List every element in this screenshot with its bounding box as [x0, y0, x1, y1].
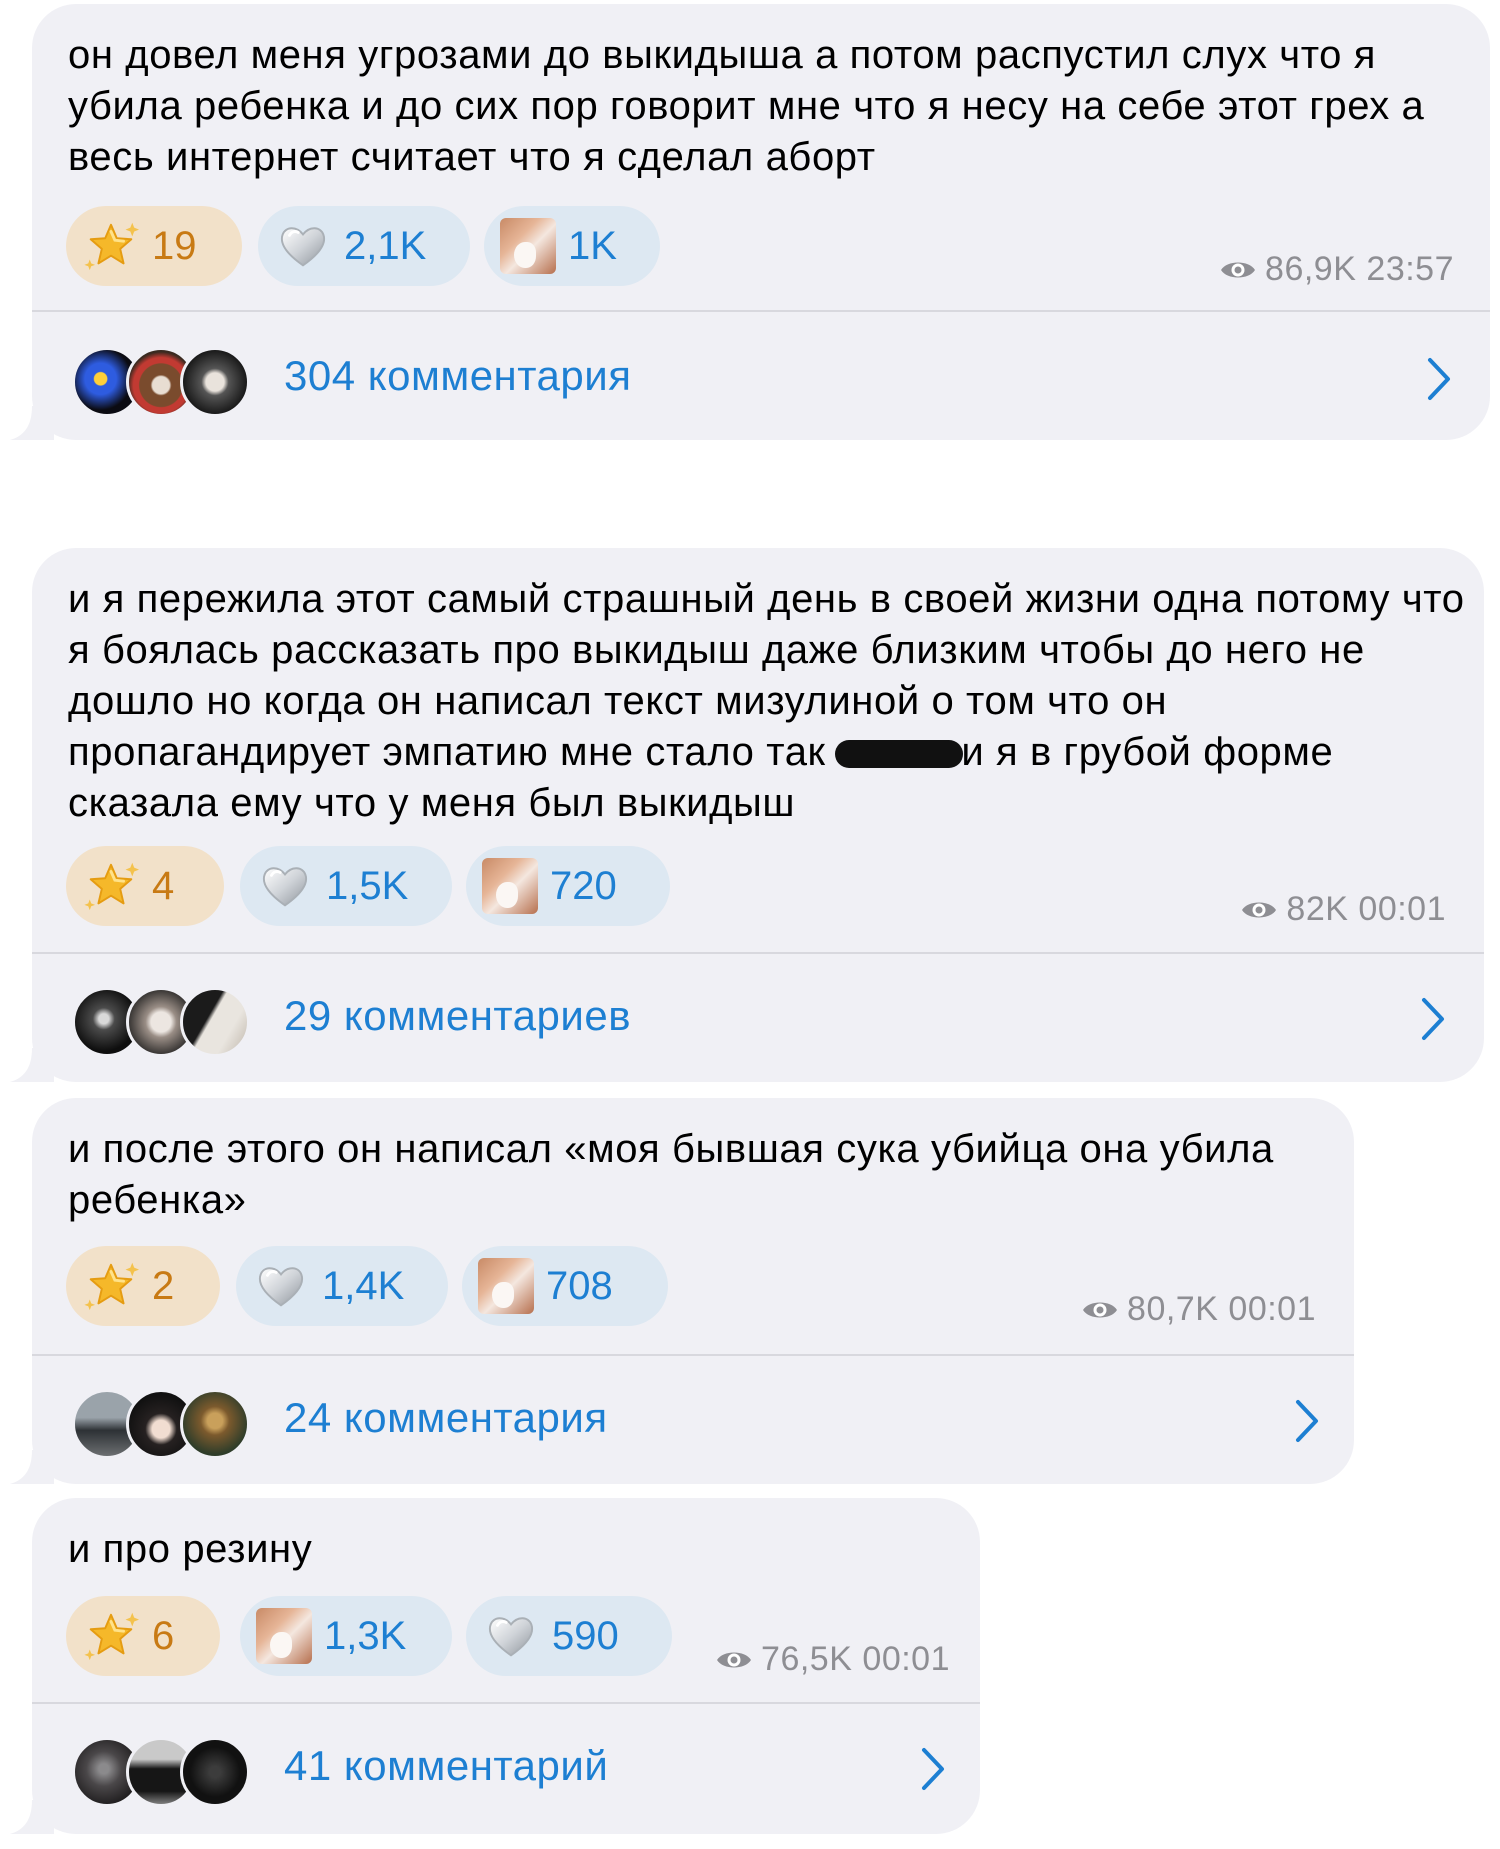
message-text: и я пережила этот самый страшный день в … — [68, 574, 1478, 829]
eye-icon — [1219, 257, 1257, 283]
star-reaction[interactable]: 6 — [66, 1596, 220, 1676]
comments-count: 29 комментариев — [284, 992, 632, 1039]
commenter-avatars — [72, 987, 262, 1057]
reaction-count: 1,5K — [326, 863, 409, 908]
message-time: 00:01 — [862, 1640, 950, 1678]
heart-reaction[interactable]: 590 — [466, 1596, 672, 1676]
photo-reaction[interactable]: 720 — [466, 846, 670, 926]
silver-heart-icon — [274, 217, 332, 275]
eye-icon — [1240, 897, 1278, 923]
reaction-count: 708 — [546, 1263, 613, 1308]
message-meta: 76,5K 00:01 — [715, 1640, 950, 1679]
reaction-count: 1K — [568, 223, 617, 268]
eye-icon — [1081, 1297, 1119, 1323]
reaction-count: 6 — [152, 1613, 175, 1658]
star-icon — [82, 217, 140, 275]
comments-count: 24 комментария — [284, 1394, 608, 1441]
reaction-count: 19 — [152, 223, 197, 268]
reaction-count: 1,3K — [324, 1613, 407, 1658]
star-reaction[interactable]: 19 — [66, 206, 242, 286]
message-bubble: и после этого он написал «моя бывшая сук… — [32, 1098, 1354, 1484]
chevron-right-icon[interactable] — [916, 1744, 950, 1794]
photo-reaction[interactable]: 1,3K — [240, 1596, 452, 1676]
eye-icon — [715, 1647, 753, 1673]
commenter-avatars — [72, 1389, 262, 1459]
message-bubble: и я пережила этот самый страшный день в … — [32, 548, 1484, 1082]
divider — [32, 310, 1490, 312]
photo-reaction[interactable]: 1K — [484, 206, 660, 286]
message-text: он довел меня угрозами до выкидыша а пот… — [68, 33, 1425, 179]
message-time: 00:01 — [1358, 890, 1446, 928]
comments-link[interactable]: 304 комментария — [32, 324, 1490, 434]
chevron-right-icon[interactable] — [1422, 354, 1456, 404]
message-text: и после этого он написал «моя бывшая сук… — [68, 1127, 1274, 1222]
view-count: 82K — [1286, 890, 1349, 928]
silver-heart-icon — [256, 857, 314, 915]
photo-reaction-icon — [478, 1258, 534, 1314]
avatar — [180, 1737, 250, 1807]
star-icon — [82, 1607, 140, 1665]
view-count: 76,5K — [761, 1640, 853, 1678]
star-reaction[interactable]: 4 — [66, 846, 224, 926]
reaction-count: 590 — [552, 1613, 619, 1658]
message-meta: 82K 00:01 — [1240, 890, 1446, 929]
comments-link[interactable]: 24 комментария — [32, 1366, 1354, 1476]
reaction-count: 2,1K — [344, 223, 427, 268]
comments-link[interactable]: 41 комментарий — [32, 1714, 980, 1824]
reaction-count: 2 — [152, 1263, 175, 1308]
silver-heart-icon — [252, 1257, 310, 1315]
chevron-right-icon[interactable] — [1290, 1396, 1324, 1446]
comments-link[interactable]: 29 комментариев — [32, 964, 1484, 1074]
message-time: 00:01 — [1228, 1290, 1316, 1328]
reaction-count: 1,4K — [322, 1263, 405, 1308]
message-time: 23:57 — [1366, 250, 1454, 288]
reaction-count: 720 — [550, 863, 617, 908]
comments-count: 41 комментарий — [284, 1742, 609, 1789]
photo-reaction-icon — [482, 858, 538, 914]
heart-reaction[interactable]: 1,4K — [236, 1246, 448, 1326]
photo-reaction-icon — [500, 218, 556, 274]
avatar — [180, 987, 250, 1057]
chevron-right-icon[interactable] — [1416, 994, 1450, 1044]
commenter-avatars — [72, 347, 262, 417]
message-meta: 86,9K 23:57 — [1219, 250, 1454, 289]
divider — [32, 952, 1484, 954]
avatar — [180, 347, 250, 417]
view-count: 80,7K — [1127, 1290, 1219, 1328]
avatar — [180, 1389, 250, 1459]
divider — [32, 1702, 980, 1704]
message-bubble: и про резину 6 1,3K 590 76,5K 00:01 41 к… — [32, 1498, 980, 1834]
commenter-avatars — [72, 1737, 262, 1807]
star-reaction[interactable]: 2 — [66, 1246, 220, 1326]
message-text: и про резину — [68, 1527, 313, 1571]
photo-reaction-icon — [256, 1608, 312, 1664]
heart-reaction[interactable]: 1,5K — [240, 846, 452, 926]
heart-reaction[interactable]: 2,1K — [258, 206, 470, 286]
message-meta: 80,7K 00:01 — [1081, 1290, 1316, 1329]
view-count: 86,9K — [1265, 250, 1357, 288]
photo-reaction[interactable]: 708 — [462, 1246, 668, 1326]
reaction-count: 4 — [152, 863, 175, 908]
star-icon — [82, 1257, 140, 1315]
redaction-mark — [835, 740, 964, 769]
message-bubble: он довел меня угрозами до выкидыша а пот… — [32, 4, 1490, 440]
star-icon — [82, 857, 140, 915]
comments-count: 304 комментария — [284, 352, 632, 399]
silver-heart-icon — [482, 1607, 540, 1665]
divider — [32, 1354, 1354, 1356]
